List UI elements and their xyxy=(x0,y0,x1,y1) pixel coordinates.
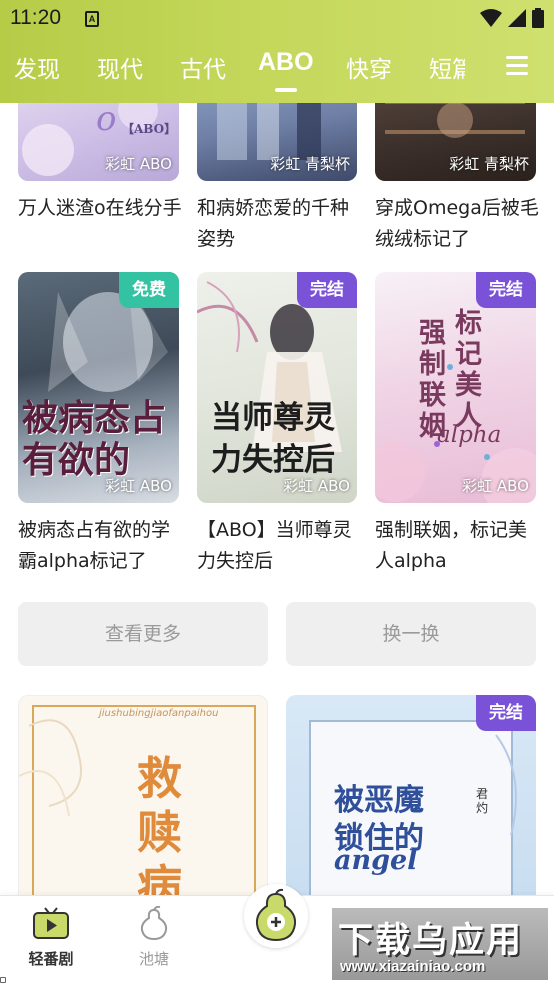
menu-icon[interactable] xyxy=(506,56,528,76)
tab-abo[interactable]: ABO xyxy=(258,48,314,77)
completed-badge: 完结 xyxy=(476,272,536,308)
nav-item-pond[interactable]: 池塘 xyxy=(122,905,186,969)
book-feed: o 【ABO】 彩虹 ABO 彩虹 青梨杯 彩虹 青梨杯 万人迷渣o在线分手 和… xyxy=(0,0,554,985)
book-cover[interactable]: 当师尊灵力失控后 完结 彩虹 ABO xyxy=(197,272,357,503)
tab-ancient[interactable]: 古代 xyxy=(180,50,226,84)
book-title[interactable]: 强制联姻，标记美人alpha xyxy=(375,515,540,577)
active-tab-indicator xyxy=(275,88,297,92)
notification-icon: A xyxy=(85,11,99,27)
create-button[interactable] xyxy=(244,884,308,948)
book-title[interactable]: 被病态占有欲的学霸alpha标记了 xyxy=(18,515,183,577)
book-author: 彩虹 ABO xyxy=(105,155,172,173)
view-more-button[interactable]: 查看更多 xyxy=(18,602,268,666)
status-time: 11:20 xyxy=(10,6,61,29)
refresh-button[interactable]: 换一换 xyxy=(286,602,536,666)
svg-text:o: o xyxy=(96,99,116,139)
cover-text: 标记美人 xyxy=(455,308,482,432)
book-author: 彩虹 ABO xyxy=(283,477,350,495)
cover-text: 【ABO】 xyxy=(122,122,177,136)
free-badge: 免费 xyxy=(119,272,179,308)
wifi-icon xyxy=(480,9,502,27)
book-title[interactable]: 万人迷渣o在线分手 xyxy=(18,193,183,224)
pear-outline-icon xyxy=(140,905,168,941)
signal-icon xyxy=(508,9,526,27)
book-cover[interactable]: 被病态占有欲的 免费 彩虹 ABO xyxy=(18,272,179,503)
category-tabs: 发现 现代 古代 ABO 快穿 短篇 xyxy=(0,44,554,94)
tab-discover[interactable]: 发现 xyxy=(14,50,60,84)
cover-text: 被病态占有欲的 xyxy=(22,397,167,481)
status-icons xyxy=(480,8,544,28)
cover-author-name: 君灼 xyxy=(476,787,489,815)
nav-item-light-drama[interactable]: 轻番剧 xyxy=(19,906,83,969)
watermark: 下载乌应用 www.xiazainiao.com xyxy=(332,908,548,980)
book-author: 彩虹 青梨杯 xyxy=(449,155,529,173)
watermark-url: www.xiazainiao.com xyxy=(340,958,486,975)
cover-text: angel xyxy=(334,845,418,876)
nav-label: 轻番剧 xyxy=(28,950,74,968)
cover-text: alpha xyxy=(437,422,502,448)
book-author: 彩虹 ABO xyxy=(462,477,529,495)
cover-subtitle: jiushubingjiaofanpaihou xyxy=(99,708,219,719)
book-title[interactable]: 穿成Omega后被毛绒绒标记了 xyxy=(375,193,540,255)
status-bar: 11:20 A xyxy=(0,0,554,40)
watermark-title: 下载乌应用 xyxy=(338,921,524,961)
pear-add-icon xyxy=(255,888,297,942)
book-author: 彩虹 青梨杯 xyxy=(270,155,350,173)
book-title[interactable]: 和病娇恋爱的千种姿势 xyxy=(197,193,362,255)
cover-text: 当师尊灵力失控后 xyxy=(211,400,335,478)
completed-badge: 完结 xyxy=(297,272,357,308)
completed-badge: 完结 xyxy=(476,695,536,731)
tab-quick-transmigration[interactable]: 快穿 xyxy=(346,50,392,84)
book-author: 彩虹 ABO xyxy=(105,477,172,495)
tab-short-story[interactable]: 短篇 xyxy=(429,50,465,84)
top-header: 11:20 A 发现 现代 古代 ABO 快穿 短篇 xyxy=(0,0,554,103)
book-title[interactable]: 【ABO】当师尊灵力失控后 xyxy=(197,515,362,577)
nav-label: 池塘 xyxy=(138,950,169,968)
tab-modern[interactable]: 现代 xyxy=(97,50,143,84)
tv-icon xyxy=(33,907,69,939)
book-cover[interactable]: 强制联姻 标记美人 alpha 完结 彩虹 ABO xyxy=(375,272,536,503)
corner-marker xyxy=(0,977,6,983)
battery-icon xyxy=(532,8,544,28)
